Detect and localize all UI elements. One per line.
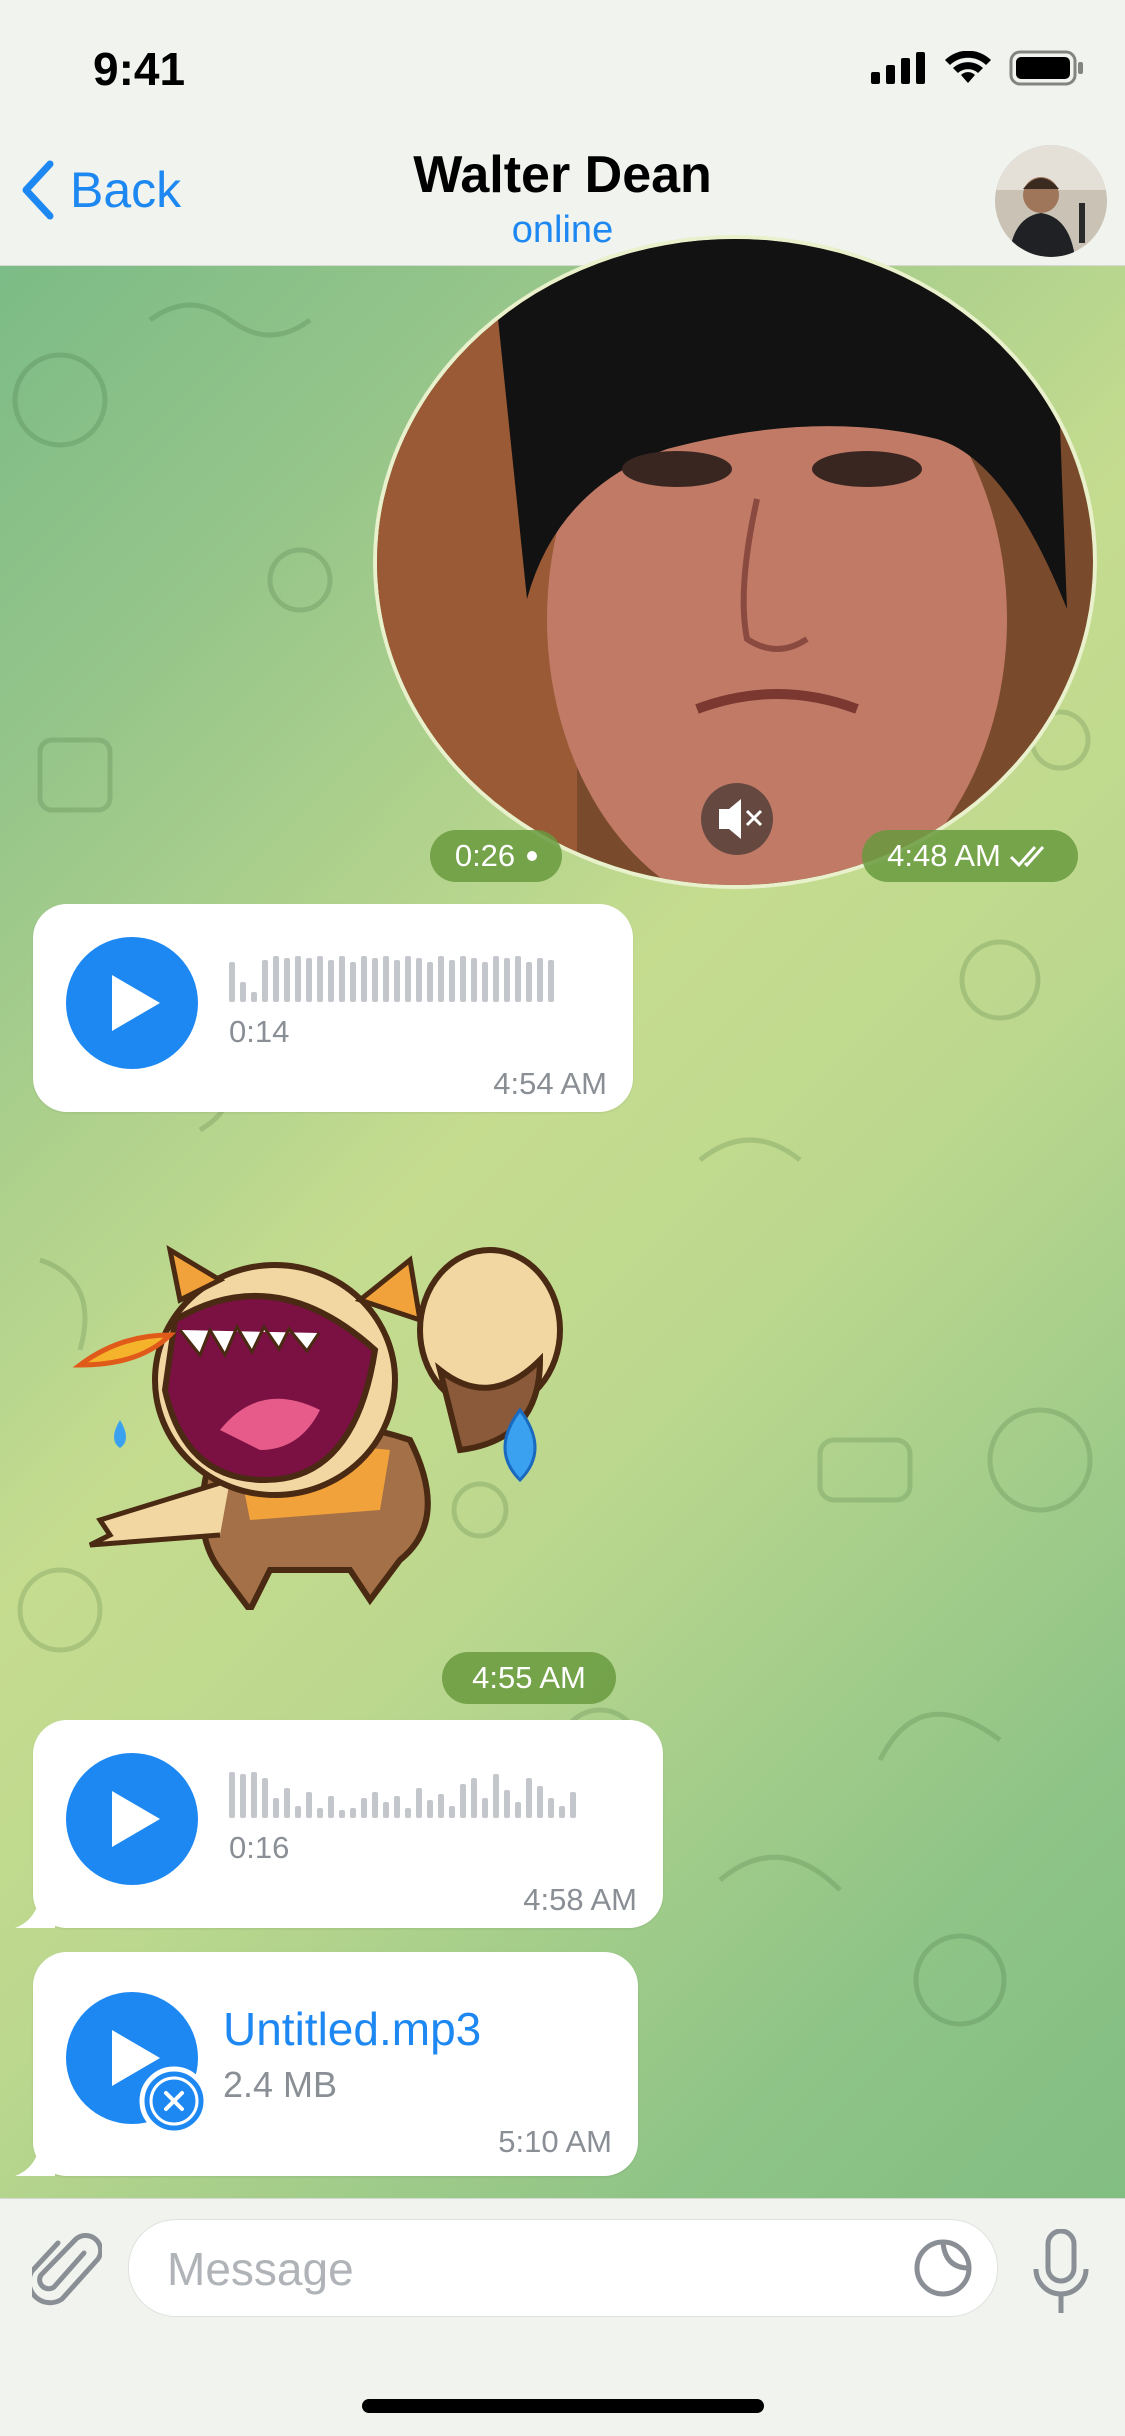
video-duration: 0:26 [454,838,516,873]
cellular-signal-icon [871,52,925,84]
file-size: 2.4 MB [223,2064,338,2105]
bubble-tail [15,2140,55,2176]
voice-duration: 0:16 [229,1830,290,1865]
message-time: 4:48 AM [887,838,1001,873]
sticker-time-pill: 4:55 AM [442,1652,616,1704]
voice-waveform[interactable] [229,1770,576,1818]
attach-icon[interactable] [32,2233,102,2309]
play-icon [112,1791,160,1847]
bubble-tail [15,1892,55,1928]
round-video-message[interactable] [373,235,1097,889]
contact-status: online [511,209,614,251]
message-time: 4:54 AM [493,1066,607,1101]
double-check-icon [1009,846,1044,868]
play-button[interactable] [66,937,198,1069]
chat-screen: 9:41 Back Walter Dean online 0:26 4:48 A… [0,0,1125,2436]
voice-message[interactable]: 0:16 4:58 AM [15,1720,663,1928]
unread-dot [527,851,538,861]
status-time: 9:41 [93,43,186,95]
status-icons [871,50,1085,86]
home-indicator [362,2399,764,2413]
voice-waveform[interactable] [229,954,554,1002]
contact-avatar[interactable] [995,145,1107,257]
play-icon [112,975,160,1031]
play-button[interactable] [66,1753,198,1885]
battery-icon [1009,50,1083,86]
message-input[interactable]: Message [128,2219,998,2317]
message-time: 4:58 AM [523,1882,637,1917]
chat-title-block[interactable]: Walter Dean online [0,145,1125,252]
video-duration-pill: 0:26 [430,830,562,882]
video-time-pill: 4:48 AM [862,830,1078,882]
voice-duration: 0:14 [229,1014,290,1049]
message-time: 4:55 AM [472,1660,586,1695]
wifi-icon [945,51,991,83]
sticker-icon[interactable] [911,2236,975,2300]
video-thumbnail [377,239,1093,885]
voice-message[interactable]: 0:14 4:54 AM [33,904,633,1112]
navigation-header: 9:41 Back Walter Dean online [0,0,1125,266]
cancel-download-icon[interactable] [139,2066,209,2136]
sticker-fox[interactable] [60,1230,580,1610]
file-message[interactable]: Untitled.mp3 2.4 MB 5:10 AM [15,1952,638,2176]
message-placeholder: Message [167,2243,354,2295]
composer-bar: Message [0,2198,1125,2436]
file-name[interactable]: Untitled.mp3 [223,2002,481,2056]
microphone-icon[interactable] [1030,2229,1092,2315]
avatar-photo [995,145,1107,257]
message-time: 5:10 AM [498,2124,612,2159]
contact-name: Walter Dean [413,146,712,204]
